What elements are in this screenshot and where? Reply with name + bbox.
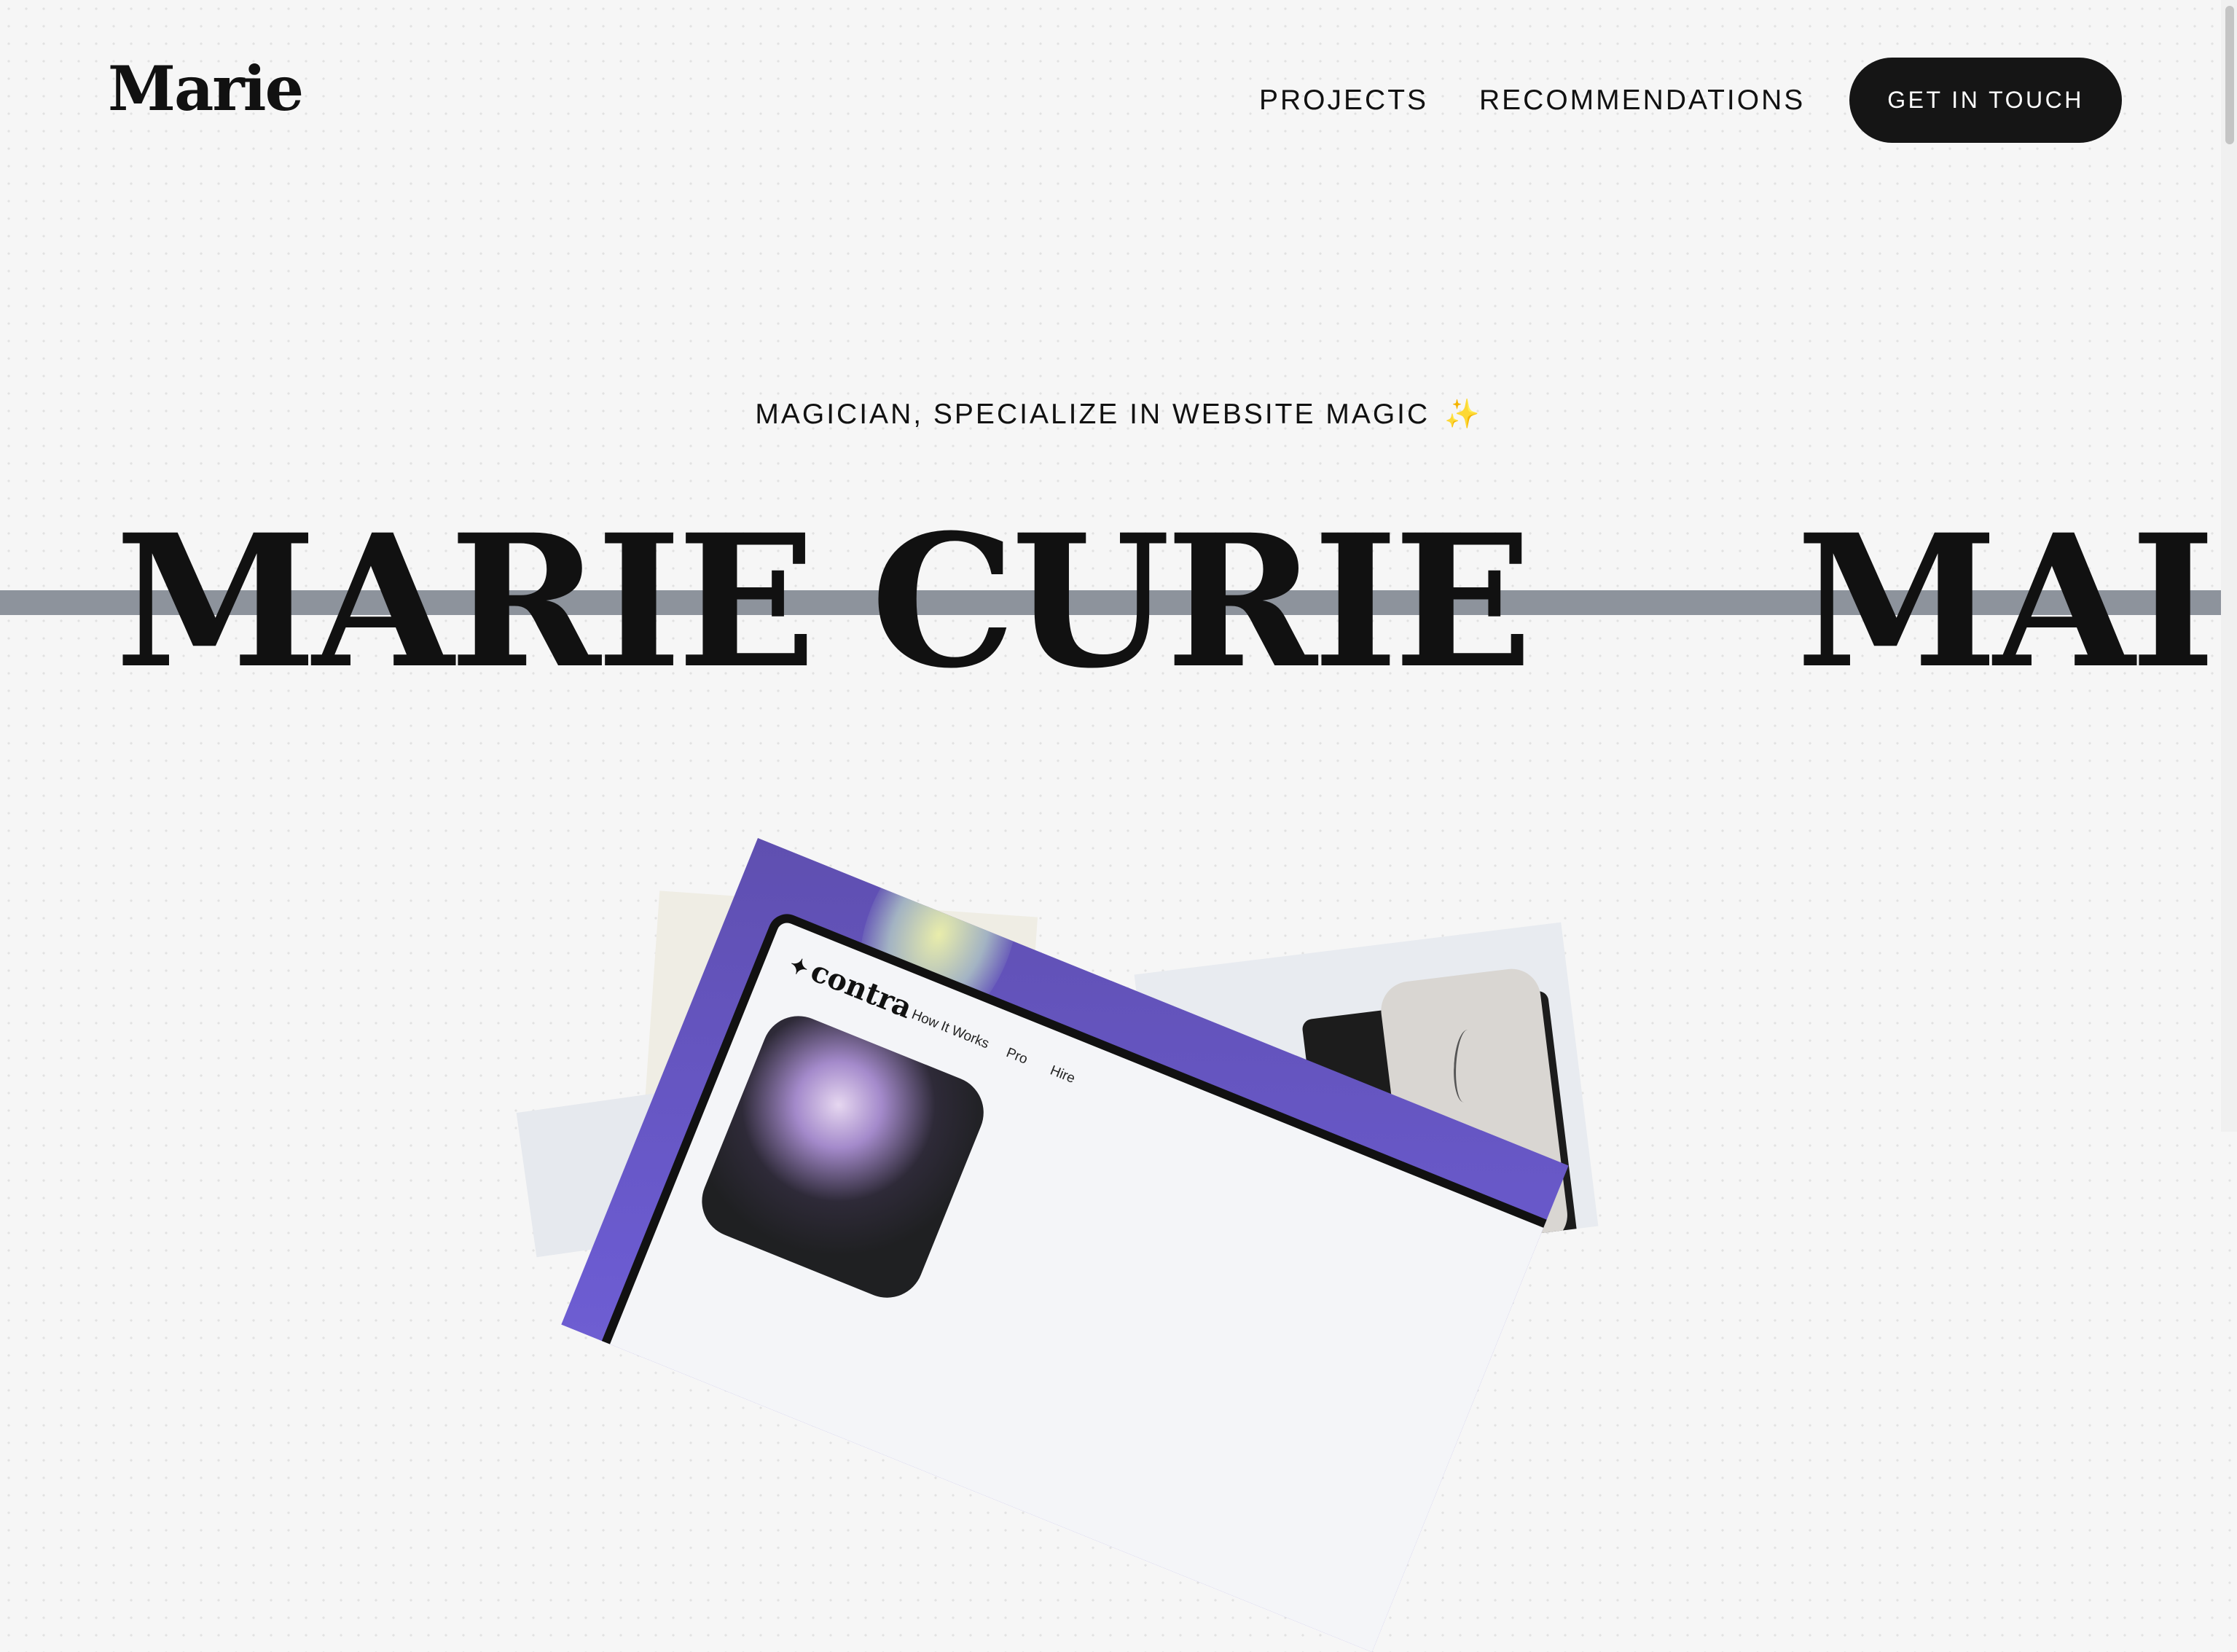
marquee-name-repeat: MAI bbox=[1796, 494, 2216, 708]
contra-logo: ✦contra bbox=[785, 952, 917, 1026]
nav-recommendations[interactable]: RECOMMENDATIONS bbox=[1479, 82, 1805, 119]
hero-tagline: MAGICIAN, SPECIALIZE IN WEBSITE MAGIC ✨ bbox=[0, 394, 2237, 435]
get-in-touch-button[interactable]: GET IN TOUCH bbox=[1849, 58, 2122, 143]
scrollbar-track[interactable] bbox=[2221, 0, 2237, 1132]
contra-hero-image bbox=[691, 1005, 995, 1309]
nav-projects[interactable]: PROJECTS bbox=[1259, 82, 1428, 119]
contra-nav-how-it-works: How It Works bbox=[909, 1006, 992, 1052]
sparkles-icon: ✨ bbox=[1444, 399, 1482, 430]
marquee-name: MARIE CURIE bbox=[115, 494, 1532, 708]
scrollbar-thumb[interactable] bbox=[2225, 6, 2234, 144]
contra-nav-hire: Hire bbox=[1048, 1062, 1078, 1087]
site-logo[interactable]: Marie bbox=[108, 58, 304, 120]
tagline-text: MAGICIAN, SPECIALIZE IN WEBSITE MAGIC bbox=[755, 399, 1430, 430]
contra-nav-pro: Pro bbox=[1003, 1045, 1030, 1068]
